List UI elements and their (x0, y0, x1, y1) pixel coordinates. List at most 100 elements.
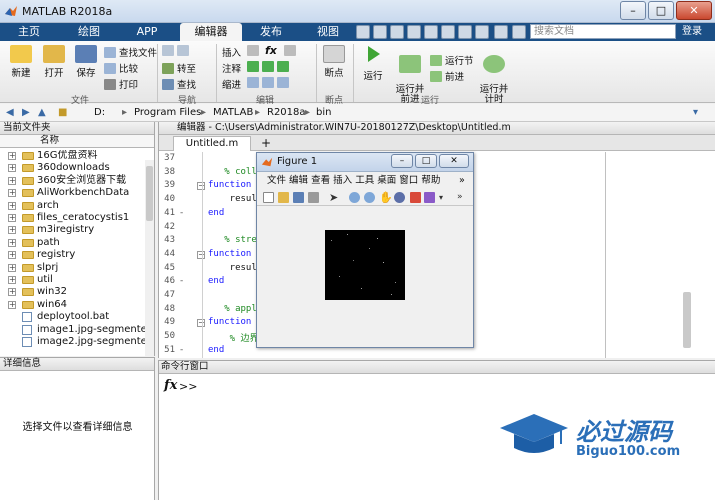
code-line[interactable]: end (208, 208, 224, 218)
expand-icon[interactable]: + (8, 238, 16, 247)
cut-icon[interactable] (373, 25, 387, 39)
find-files-button[interactable]: 查找文件 (104, 45, 157, 59)
breadcrumb-r2018a[interactable]: R2018a (267, 107, 306, 118)
new-button[interactable]: 新建 (6, 45, 36, 79)
tab-plots[interactable]: 绘图 (66, 23, 112, 41)
figure-menu-edit[interactable]: 编辑 (289, 175, 308, 186)
code-line[interactable]: function (208, 249, 251, 259)
code-line[interactable]: resul (208, 194, 257, 204)
compare-button[interactable]: 比较 (104, 61, 138, 75)
figure-close-button[interactable]: ✕ (439, 154, 469, 168)
folder-item[interactable]: + win32 (0, 286, 145, 298)
expand-icon[interactable]: + (8, 152, 16, 160)
tab-home[interactable]: 主页 (6, 23, 52, 41)
file-item[interactable]: image1.jpg-segmente... (0, 324, 145, 336)
rotate-3d-icon[interactable] (394, 192, 405, 203)
code-fold-icon[interactable]: − (197, 250, 205, 259)
folder-item[interactable]: + path (0, 237, 145, 249)
pointer-icon[interactable]: ➤ (329, 192, 340, 203)
tab-view[interactable]: 视图 (305, 23, 351, 41)
comment-percent-icon[interactable] (247, 61, 292, 73)
expand-icon[interactable]: + (8, 263, 16, 272)
back-forward-arrows[interactable] (162, 45, 192, 57)
expand-icon[interactable]: + (8, 251, 16, 260)
up-folder-icon[interactable]: ▲ (38, 107, 46, 118)
toolbar-more-icon[interactable]: » (457, 192, 468, 203)
folder-item[interactable]: + registry (0, 249, 145, 261)
scrollbar-thumb[interactable] (146, 166, 153, 221)
maximize-button[interactable]: □ (648, 1, 674, 20)
run-and-time-button[interactable]: 运行并 计时 (478, 45, 510, 105)
open-button[interactable]: 打开 (40, 45, 68, 79)
advance-button[interactable]: 前进 (430, 69, 464, 83)
editor-scrollbar-thumb[interactable] (683, 292, 691, 348)
breadcrumb-matlab[interactable]: MATLAB (213, 107, 253, 118)
figure-minimize-button[interactable]: – (391, 154, 413, 168)
back-arrow-icon[interactable]: ◀ (6, 107, 14, 118)
settings-icon[interactable] (512, 25, 526, 39)
figure-menu-view[interactable]: 查看 (311, 175, 330, 186)
indent-button[interactable]: 缩进 (222, 77, 241, 91)
code-line[interactable]: end (208, 276, 224, 286)
expand-icon[interactable]: + (8, 189, 16, 198)
figure-menu-window[interactable]: 窗口 (399, 175, 418, 186)
paste-icon[interactable] (407, 25, 421, 39)
expand-icon[interactable]: + (8, 201, 16, 210)
run-button[interactable]: 运行 (358, 45, 388, 82)
add-tab-button[interactable]: + (261, 136, 271, 150)
help-icon[interactable] (475, 25, 489, 39)
file-item[interactable]: deploytool.bat (0, 311, 145, 323)
quick-save-icon[interactable] (356, 25, 370, 39)
search-docs-input[interactable]: 搜索文档 (530, 24, 676, 39)
breadcrumb-drive[interactable]: D: (94, 107, 105, 118)
code-line[interactable]: % 边界 (208, 331, 259, 344)
expand-icon[interactable]: + (8, 300, 16, 309)
expand-icon[interactable]: + (8, 276, 16, 284)
close-button[interactable]: ✕ (676, 1, 712, 20)
community-icon[interactable] (494, 25, 508, 39)
command-prompt[interactable]: >> (179, 380, 197, 393)
insert-section-icon[interactable] (247, 45, 262, 57)
insert-button[interactable]: 插入 (222, 45, 241, 59)
save-figure-icon[interactable] (293, 192, 304, 203)
figure-menu-more[interactable]: » (459, 173, 465, 188)
tab-publish[interactable]: 发布 (248, 23, 294, 41)
print-button[interactable]: 打印 (104, 77, 138, 91)
pan-hand-icon[interactable]: ✋ (379, 192, 393, 203)
fx-icon[interactable]: fx (164, 378, 177, 393)
code-line[interactable]: resul (208, 263, 257, 273)
folder-item[interactable]: + files_ceratocystis1 (0, 212, 145, 224)
expand-icon[interactable]: + (8, 176, 16, 185)
folder-item[interactable]: + slprj (0, 262, 145, 274)
file-item[interactable]: image2.jpg-segmente... (0, 336, 145, 348)
folder-item[interactable]: +360安全浏览器下载 (0, 175, 145, 187)
folder-item[interactable]: + AliWorkbenchData (0, 187, 145, 199)
browse-folder-icon[interactable]: ■ (58, 107, 67, 118)
find-button[interactable]: 查找 (162, 77, 196, 91)
zoom-out-icon[interactable] (364, 192, 375, 203)
comment-button[interactable]: 注释 (222, 61, 241, 75)
copy-icon[interactable] (390, 25, 404, 39)
insert-options-icon[interactable] (284, 45, 299, 57)
folder-item[interactable]: + win64 (0, 299, 145, 311)
save-button[interactable]: 保存 (72, 45, 100, 79)
code-fold-icon[interactable]: − (197, 182, 205, 191)
fx-function-button[interactable]: fx (265, 44, 277, 57)
folder-item[interactable]: + m3iregistry (0, 224, 145, 236)
data-cursor-icon[interactable] (410, 192, 421, 203)
goto-button[interactable]: 转至 (162, 61, 196, 75)
tab-untitled-m[interactable]: Untitled.m (173, 136, 251, 151)
breakpoints-button[interactable]: 断点 (320, 45, 348, 79)
name-column-header[interactable]: 名称 (0, 135, 154, 148)
login-link[interactable]: 登录 (682, 24, 702, 39)
undo-icon[interactable] (424, 25, 438, 39)
brush-dropdown-icon[interactable]: ▾ (439, 192, 450, 203)
folder-item[interactable]: +360downloads (0, 162, 145, 174)
expand-icon[interactable]: + (8, 288, 16, 297)
new-figure-icon[interactable] (263, 192, 274, 203)
forward-arrow-icon[interactable]: ▶ (22, 107, 30, 118)
tab-apps[interactable]: APP (124, 23, 170, 41)
folder-scrollbar[interactable] (145, 160, 154, 356)
expand-icon[interactable]: + (8, 226, 16, 235)
brush-icon[interactable] (424, 192, 435, 203)
